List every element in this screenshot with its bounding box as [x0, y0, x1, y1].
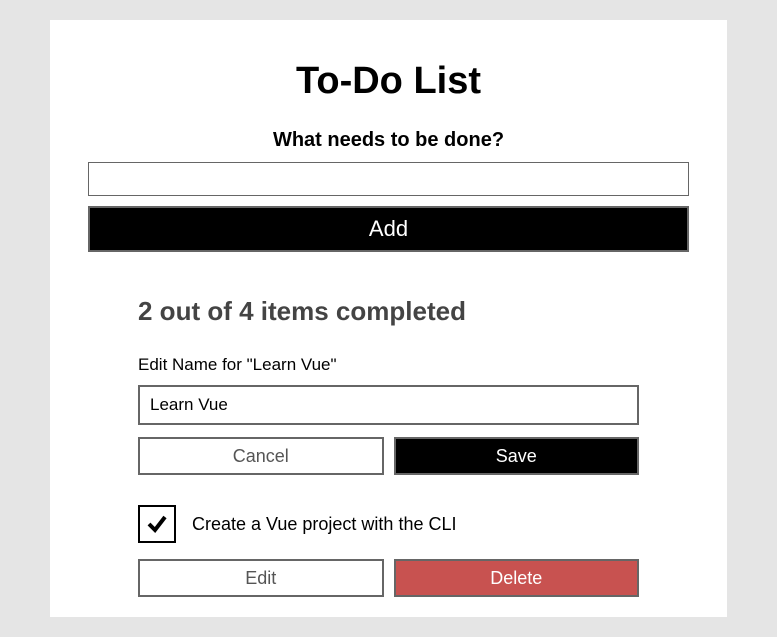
list-section: 2 out of 4 items completed Edit Name for… [50, 296, 727, 597]
status-text: 2 out of 4 items completed [138, 296, 639, 327]
new-item-row [50, 162, 727, 196]
delete-button[interactable]: Delete [394, 559, 640, 597]
edit-name-label: Edit Name for "Learn Vue" [138, 355, 639, 375]
list-item: Create a Vue project with the CLI [138, 505, 639, 543]
new-item-input[interactable] [88, 162, 689, 196]
item-label: Create a Vue project with the CLI [192, 514, 456, 535]
app-card: To-Do List What needs to be done? Add 2 … [50, 20, 727, 617]
add-button[interactable]: Add [88, 206, 689, 252]
subtitle: What needs to be done? [50, 129, 727, 152]
page-title: To-Do List [50, 60, 727, 103]
item-checkbox[interactable] [138, 505, 176, 543]
save-button[interactable]: Save [394, 437, 640, 475]
item-action-row: Edit Delete [138, 559, 639, 597]
edit-button[interactable]: Edit [138, 559, 384, 597]
edit-name-input[interactable] [138, 385, 639, 425]
edit-button-row: Cancel Save [138, 437, 639, 475]
checkmark-icon [145, 512, 169, 536]
cancel-button[interactable]: Cancel [138, 437, 384, 475]
